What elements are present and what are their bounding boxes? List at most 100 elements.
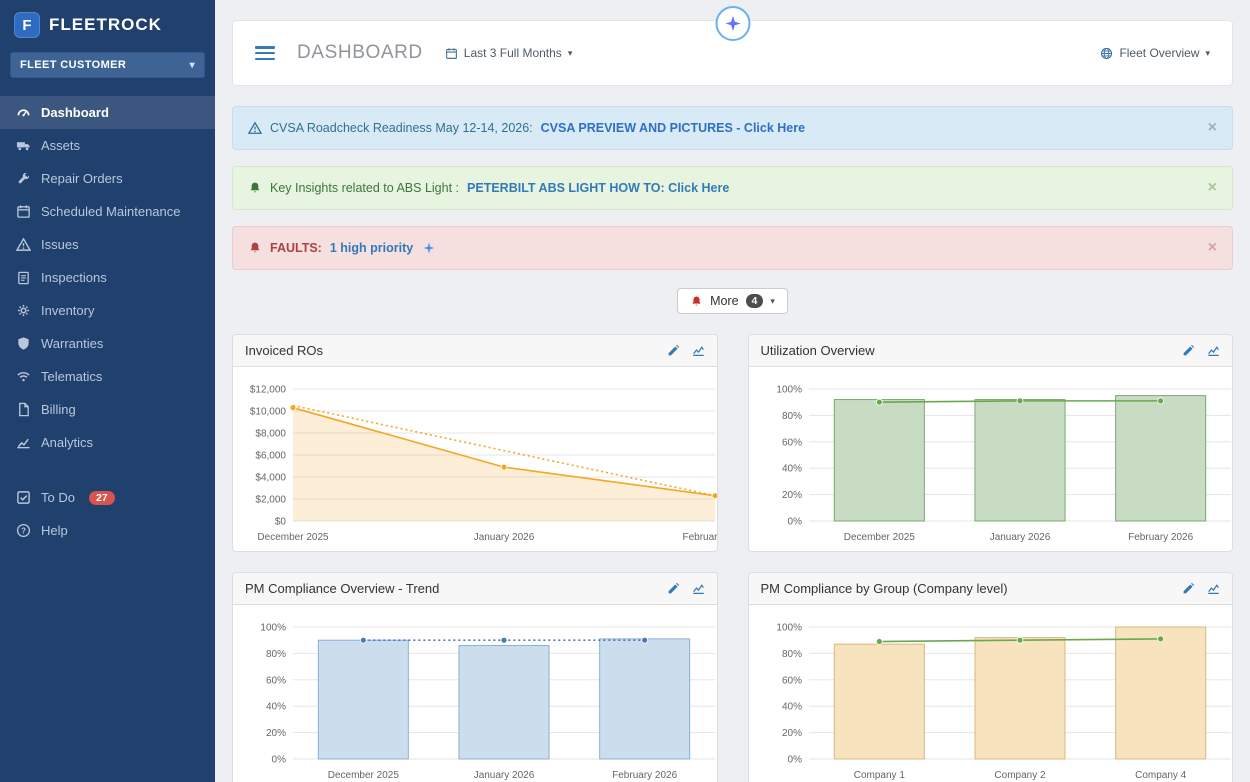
scope-selector-label: Fleet Overview [1119,46,1199,60]
period-selector[interactable]: Last 3 Full Months ▾ [445,46,573,60]
more-alerts-button[interactable]: More 4 ▾ [677,288,788,314]
sidebar: F FLEETROCK FLEET CUSTOMER ▾ Dashboard A… [0,0,215,782]
chart-type-button[interactable] [1207,344,1220,357]
chevron-down-icon: ▾ [770,296,775,307]
warning-triangle-icon [16,237,31,252]
sidebar-item-scheduled-maintenance[interactable]: Scheduled Maintenance [0,195,215,228]
svg-text:20%: 20% [781,490,801,501]
sidebar-item-todo[interactable]: To Do 27 [0,481,215,514]
fleet-customer-dropdown[interactable]: FLEET CUSTOMER ▾ [10,52,205,78]
alert-link[interactable]: PETERBILT ABS LIGHT HOW TO: Click Here [467,181,729,195]
svg-text:February 2026: February 2026 [612,770,677,781]
chart-card-utilization: Utilization Overview 0%20%40%60%80%100%D… [748,334,1234,552]
sidebar-item-analytics[interactable]: Analytics [0,426,215,459]
sidebar-item-inventory[interactable]: Inventory [0,294,215,327]
svg-text:Company 1: Company 1 [853,770,905,781]
alert-text: CVSA Roadcheck Readiness May 12-14, 2026… [270,121,533,135]
close-icon[interactable]: × [1208,120,1217,136]
sidebar-item-warranties[interactable]: Warranties [0,327,215,360]
sidebar-item-label: Analytics [41,435,93,450]
calendar-icon [445,47,458,60]
chart-card-invoiced-ros: Invoiced ROs $0$2,000$4,000$6,000$8,000$… [232,334,718,552]
edit-chart-button[interactable] [1182,582,1195,595]
alert-link[interactable]: CVSA PREVIEW AND PICTURES - Click Here [541,121,805,135]
sidebar-item-help[interactable]: ? Help [0,514,215,547]
todo-count-badge: 27 [89,491,115,505]
svg-text:20%: 20% [266,728,286,739]
alert-link[interactable]: 1 high priority [330,241,413,255]
chart-title: Utilization Overview [761,343,875,358]
page-title: DASHBOARD [297,42,423,64]
sidebar-item-inspections[interactable]: Inspections [0,261,215,294]
logo[interactable]: F FLEETROCK [0,0,215,48]
sidebar-item-label: Assets [41,138,80,153]
svg-text:20%: 20% [781,728,801,739]
svg-text:80%: 80% [781,411,801,422]
chart-title: PM Compliance Overview - Trend [245,581,439,596]
fleet-customer-label: FLEET CUSTOMER [20,59,126,71]
hamburger-menu-icon[interactable] [255,46,275,60]
wrench-icon [16,171,31,186]
ai-assistant-button[interactable] [715,6,750,41]
svg-text:100%: 100% [776,385,802,396]
more-count-badge: 4 [746,294,764,308]
pencil-icon [1182,582,1195,595]
globe-icon [1100,47,1113,60]
line-chart-icon [692,344,705,357]
sidebar-item-telematics[interactable]: Telematics [0,360,215,393]
warning-triangle-icon [248,121,262,135]
chart-card-pm-compliance-group: PM Compliance by Group (Company level) 0… [748,572,1234,782]
sparkle-icon [423,242,435,254]
svg-text:December 2025: December 2025 [843,532,915,543]
pencil-icon [1182,344,1195,357]
svg-text:60%: 60% [781,675,801,686]
svg-text:40%: 40% [781,464,801,475]
edit-chart-button[interactable] [1182,344,1195,357]
gear-icon [16,303,31,318]
alert-faults: FAULTS: 1 high priority × [232,226,1233,270]
svg-text:December 2025: December 2025 [328,770,400,781]
svg-text:60%: 60% [266,675,286,686]
chart-header: Utilization Overview [749,335,1233,367]
chart-canvas: 0%20%40%60%80%100%December 2025January 2… [757,379,1234,547]
svg-text:$4,000: $4,000 [255,473,286,484]
edit-chart-button[interactable] [667,582,680,595]
svg-text:January 2026: January 2026 [474,532,535,543]
svg-text:February 2026: February 2026 [682,532,717,543]
sparkle-icon [724,15,741,32]
svg-text:February 2026: February 2026 [1128,532,1193,543]
edit-chart-button[interactable] [667,344,680,357]
sidebar-item-label: To Do [41,490,75,505]
sidebar-item-label: Repair Orders [41,171,123,186]
svg-text:$0: $0 [275,517,287,528]
bell-icon [248,181,262,195]
sidebar-item-label: Billing [41,402,76,417]
svg-text:0%: 0% [787,755,802,766]
sidebar-item-repair-orders[interactable]: Repair Orders [0,162,215,195]
sidebar-item-billing[interactable]: Billing [0,393,215,426]
line-chart-icon [1207,582,1220,595]
chart-header: PM Compliance Overview - Trend [233,573,717,605]
sidebar-item-assets[interactable]: Assets [0,129,215,162]
chart-type-button[interactable] [692,344,705,357]
close-icon[interactable]: × [1208,240,1217,256]
chevron-down-icon: ▾ [1205,48,1210,59]
sidebar-item-label: Scheduled Maintenance [41,204,181,219]
svg-text:100%: 100% [776,623,802,634]
chart-type-button[interactable] [692,582,705,595]
chart-type-button[interactable] [1207,582,1220,595]
scope-selector[interactable]: Fleet Overview ▾ [1100,46,1210,60]
svg-text:40%: 40% [266,702,286,713]
svg-text:$10,000: $10,000 [250,407,287,418]
sidebar-item-dashboard[interactable]: Dashboard [0,96,215,129]
chart-canvas: 0%20%40%60%80%100%December 2025January 2… [241,617,718,782]
line-chart-icon [16,435,31,450]
fleetrock-logo-icon: F [14,12,40,38]
main-content: DASHBOARD Last 3 Full Months ▾ Fleet Ove… [215,0,1250,782]
sidebar-item-label: Warranties [41,336,103,351]
close-icon[interactable]: × [1208,180,1217,196]
svg-text:0%: 0% [787,517,802,528]
pencil-icon [667,344,680,357]
chevron-down-icon: ▾ [568,48,573,59]
sidebar-item-issues[interactable]: Issues [0,228,215,261]
